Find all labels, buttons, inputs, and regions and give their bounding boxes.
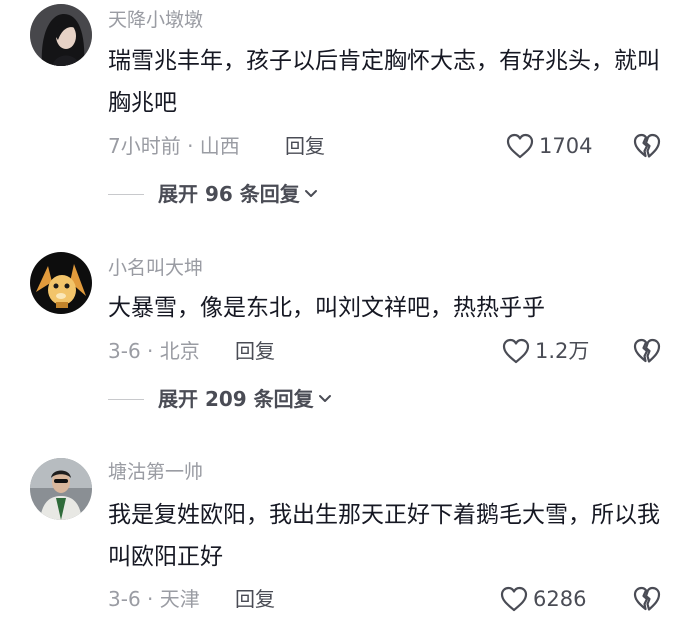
expand-replies-button[interactable]: 展开 96 条回复 (108, 180, 318, 208)
dislike-button[interactable] (632, 585, 662, 617)
reply-button[interactable]: 回复 (235, 585, 275, 613)
like-count: 6286 (533, 587, 587, 611)
expand-replies-label: 展开 96 条回复 (158, 182, 300, 206)
like-button[interactable]: 1704 (505, 132, 592, 160)
avatar[interactable] (30, 252, 92, 314)
divider (108, 398, 144, 400)
heart-outline-icon (500, 586, 528, 612)
expand-replies-button[interactable]: 展开 209 条回复 (108, 385, 332, 413)
comment-time-location: 3-6 · 北京 (108, 339, 200, 363)
comment-time-location: 3-6 · 天津 (108, 587, 200, 611)
avatar[interactable] (30, 458, 92, 520)
comment-time-location: 7小时前 · 山西 (108, 134, 240, 158)
comment-text: 大暴雪，像是东北，叫刘文祥吧，热热乎乎 (108, 295, 545, 321)
comment-username[interactable]: 小名叫大坤 (108, 256, 203, 280)
dislike-button[interactable] (632, 132, 662, 164)
avatar[interactable] (30, 4, 92, 66)
like-button[interactable]: 1.2万 (501, 337, 589, 365)
reply-button[interactable]: 回复 (285, 132, 325, 160)
broken-heart-icon (633, 338, 661, 363)
chevron-down-icon (304, 190, 317, 197)
broken-heart-icon (633, 133, 661, 158)
divider (108, 193, 144, 195)
broken-heart-icon (633, 586, 661, 611)
like-count: 1704 (539, 134, 593, 158)
reply-button[interactable]: 回复 (235, 337, 275, 365)
chevron-down-icon (318, 395, 331, 402)
dislike-button[interactable] (632, 337, 662, 369)
like-button[interactable]: 6286 (499, 585, 586, 613)
like-count: 1.2万 (535, 339, 590, 363)
expand-replies-label: 展开 209 条回复 (158, 387, 314, 411)
comment-username[interactable]: 天降小墩墩 (108, 8, 203, 32)
comment-username[interactable]: 塘沽第一帅 (108, 460, 203, 484)
heart-outline-icon (502, 338, 530, 364)
heart-outline-icon (506, 133, 534, 159)
comment-text: 我是复姓欧阳，我出生那天正好下着鹅毛大雪，所以我叫欧阳正好 (108, 502, 660, 570)
comment-text: 瑞雪兆丰年，孩子以后肯定胸怀大志，有好兆头，就叫胸兆吧 (108, 48, 660, 116)
